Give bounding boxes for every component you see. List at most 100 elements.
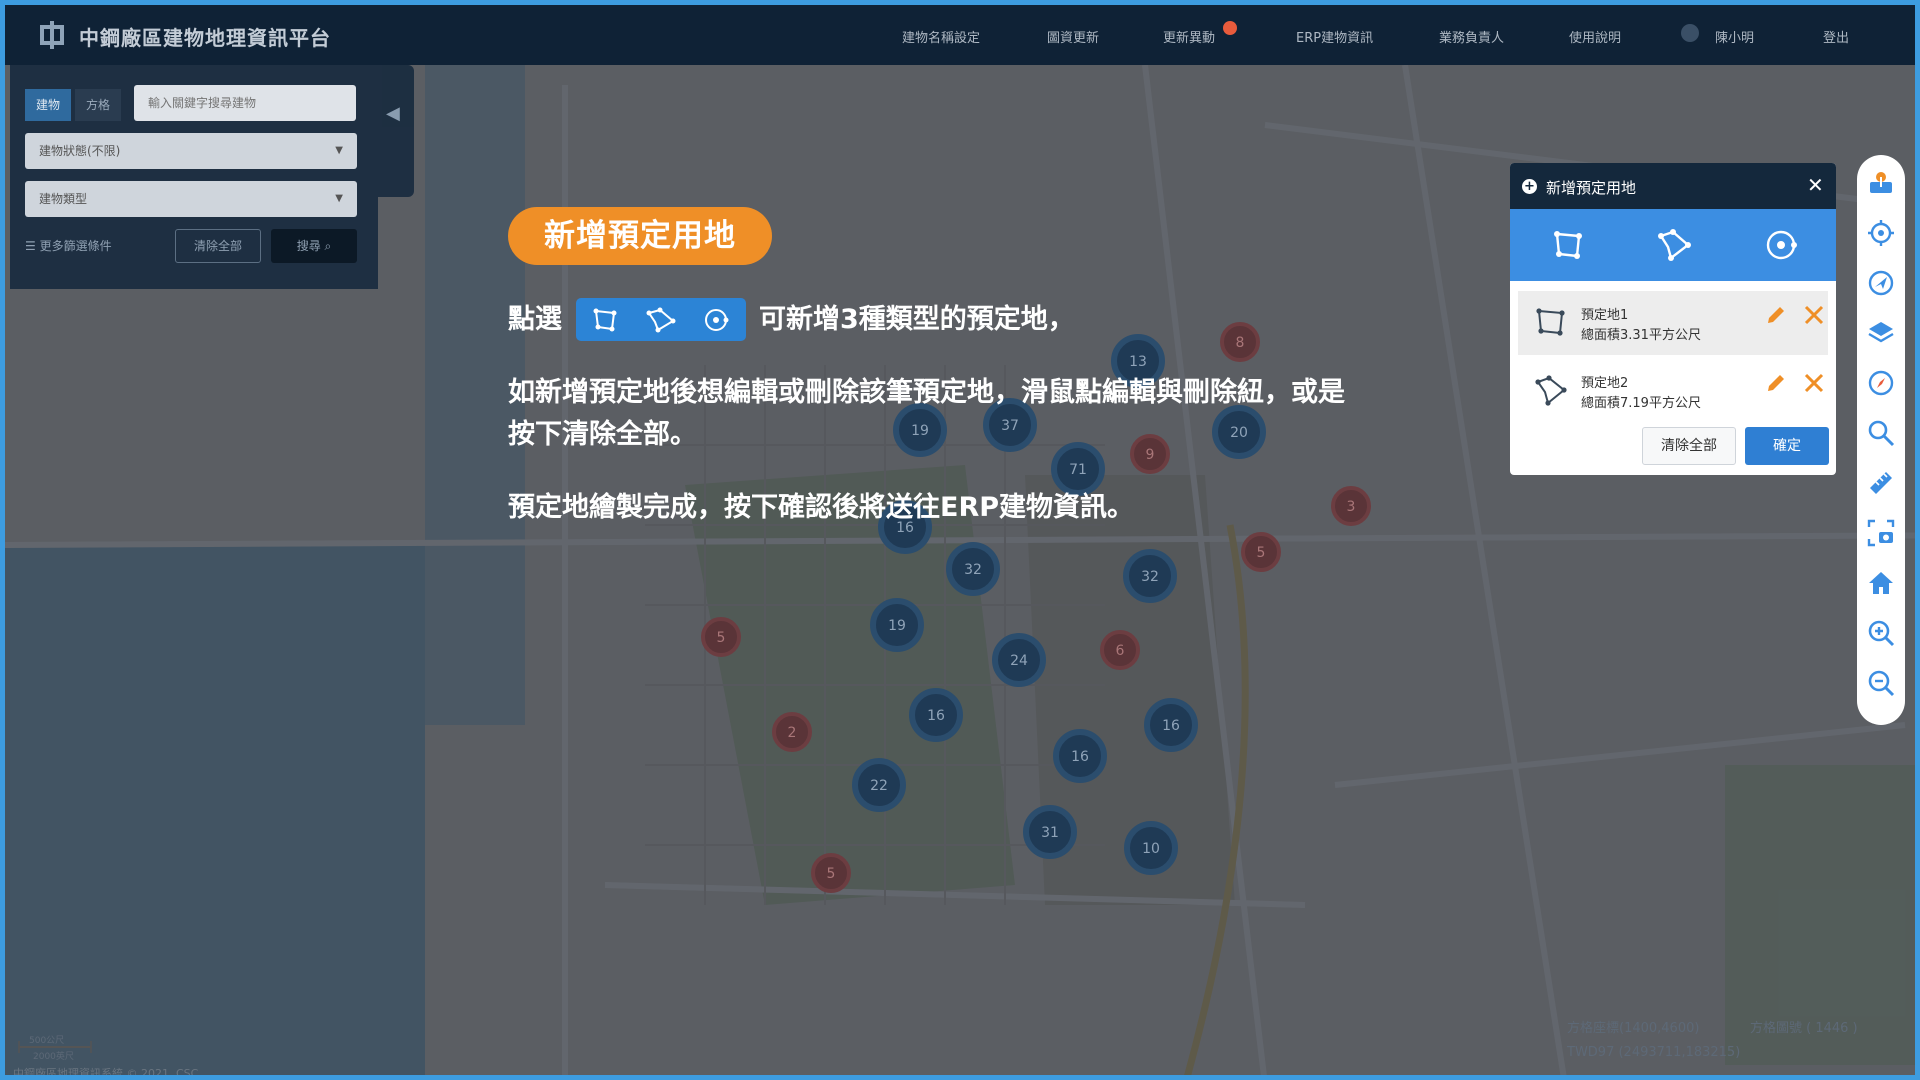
draw-tool-bar [1510,209,1836,281]
map-cursor-glyph [1870,172,1892,193]
delete-x-icon[interactable] [1802,303,1826,327]
building-cluster-count[interactable]: 31 [1041,825,1059,841]
building-status-value: 建物狀態(不限) [39,144,121,158]
app-frame: 13 19 37 71 20 16 32 32 19 24 16 16 16 22 31 10 8 9 3 5 5 6 2 5… [0,0,1920,1080]
csc-logo-icon [40,21,64,49]
clear-all-button[interactable]: 清除全部 [1642,427,1736,465]
navigation-icon[interactable] [1863,265,1899,301]
nav-user-guide[interactable]: 使用說明 [1569,27,1621,46]
building-cluster-count[interactable]: 32 [964,562,982,578]
alert-cluster-count[interactable]: 5 [1257,545,1266,561]
home-glyph [1869,572,1893,594]
circle-icon [705,309,729,331]
building-cluster-count[interactable]: 24 [1010,653,1028,669]
zoom-out-icon[interactable] [1863,665,1899,701]
building-cluster-count[interactable]: 20 [1230,425,1248,441]
nav-business-owner[interactable]: 業務負責人 [1439,27,1504,46]
tab-grid[interactable]: 方格 [75,89,121,121]
building-type-value: 建物類型 [39,192,88,206]
building-cluster-count[interactable]: 13 [1129,354,1147,370]
draw-freeform-button[interactable] [1656,227,1692,263]
tutorial-draw-icons [576,298,746,341]
nav-erp-building-info[interactable]: ERP建物資訊 [1296,27,1373,46]
tutorial-title: 新增預定用地 [508,207,772,265]
building-cluster-count[interactable]: 10 [1142,841,1160,857]
building-cluster-count[interactable]: 16 [1162,718,1180,734]
search-button-label: 搜尋 [296,239,321,253]
app-title: 中鋼廠區建物地理資訊平台 [79,26,331,50]
alert-cluster-count[interactable]: 5 [827,866,836,882]
building-cluster-count[interactable]: 37 [1001,418,1019,434]
user-name[interactable]: 陳小明 [1715,27,1754,46]
grid-number: 方格圖號 ( 1446 ) [1750,1021,1858,1036]
panel-collapse-toggle[interactable]: ◀ [378,65,414,197]
screenshot-icon[interactable] [1863,515,1899,551]
locate-glyph [1868,220,1894,246]
alert-cluster-count[interactable]: 2 [788,725,797,741]
plus-circle-icon: + [1522,179,1537,194]
layers-glyph [1868,322,1894,343]
alert-cluster-count[interactable]: 3 [1347,499,1356,515]
freeform-icon [1535,375,1567,406]
close-icon[interactable]: ✕ [1807,173,1824,197]
scale-label-meters: 500公尺 [29,1036,65,1046]
scale-label-feet: 2000英尺 [33,1052,74,1062]
alert-cluster-count[interactable]: 8 [1236,335,1245,351]
grid-coordinate: 方格座標(1400,4600) [1567,1021,1700,1036]
pencil-icon[interactable] [1764,371,1788,395]
draw-circle-button[interactable] [1764,227,1800,263]
ruler-icon[interactable] [1863,465,1899,501]
pencil-icon[interactable] [1764,303,1788,327]
draw-polygon-button[interactable] [1550,227,1586,263]
top-header: 中鋼廠區建物地理資訊平台 建物名稱設定 圖資更新 更新異動 ERP建物資訊 業務… [5,5,1915,65]
item-name: 預定地2 [1581,376,1629,391]
tutorial-line1-prefix: 點選 [508,304,562,335]
zoom-out-glyph [1868,670,1895,697]
alert-cluster-count[interactable]: 9 [1146,447,1155,463]
reserved-land-item[interactable]: 預定地1 總面積3.31平方公尺 [1518,291,1828,355]
clear-filters-button[interactable]: 清除全部 [175,229,261,263]
logout-link[interactable]: 登出 [1823,27,1849,46]
compass-icon[interactable] [1863,365,1899,401]
tab-building[interactable]: 建物 [25,89,71,121]
navigation-glyph [1868,270,1894,296]
building-cluster-count[interactable]: 19 [888,618,906,634]
search-zoom-glyph [1868,420,1895,447]
layers-icon[interactable] [1863,315,1899,351]
building-cluster-count[interactable]: 22 [870,778,888,794]
alert-cluster-count[interactable]: 6 [1116,643,1125,659]
search-button[interactable]: 搜尋 ⌕ [271,229,357,263]
zoom-in-glyph [1868,620,1895,647]
search-zoom-icon[interactable] [1863,415,1899,451]
chevron-left-icon: ◀ [386,103,400,124]
nav-change-log[interactable]: 更新異動 [1163,27,1215,46]
nav-map-update[interactable]: 圖資更新 [1047,27,1099,46]
map-cursor-icon[interactable] [1863,165,1899,201]
locate-icon[interactable] [1863,215,1899,251]
zoom-in-icon[interactable] [1863,615,1899,651]
home-icon[interactable] [1863,565,1899,601]
building-status-select[interactable]: 建物狀態(不限) ▼ [25,133,357,169]
search-icon: ⌕ [324,239,332,253]
building-type-select[interactable]: 建物類型 ▼ [25,181,357,217]
twd97-coordinate: TWD97 (2493711,183215) [1567,1045,1741,1060]
building-cluster-count[interactable]: 16 [927,708,945,724]
tutorial-line2b: 按下清除全部。 [508,419,697,450]
confirm-button[interactable]: 確定 [1745,427,1829,465]
notification-badge [1223,21,1237,35]
building-cluster-count[interactable]: 71 [1069,462,1087,478]
map-toolbar [1857,155,1905,725]
delete-x-icon[interactable] [1802,371,1826,395]
more-filters-link[interactable]: ☰ 更多篩選條件 [25,237,112,254]
more-filters-label: 更多篩選條件 [39,239,112,253]
building-cluster-count[interactable]: 32 [1141,569,1159,585]
copyright-text: 中鋼廠區地理資訊系統 © 2021, CSC [13,1067,199,1080]
keyword-search-input[interactable] [134,85,356,121]
building-cluster-count[interactable]: 16 [1071,749,1089,765]
alert-cluster-count[interactable]: 5 [717,630,726,646]
dialog-header: + 新增預定用地 ✕ [1510,163,1836,209]
add-reserved-land-dialog: + 新增預定用地 ✕ 預定地1 總面積3.31平方公尺 預定地2 總面積7.19… [1510,163,1836,475]
nav-building-name-settings[interactable]: 建物名稱設定 [902,27,980,46]
building-cluster-count[interactable]: 19 [911,423,929,439]
reserved-land-item[interactable]: 預定地2 總面積7.19平方公尺 [1518,359,1828,423]
